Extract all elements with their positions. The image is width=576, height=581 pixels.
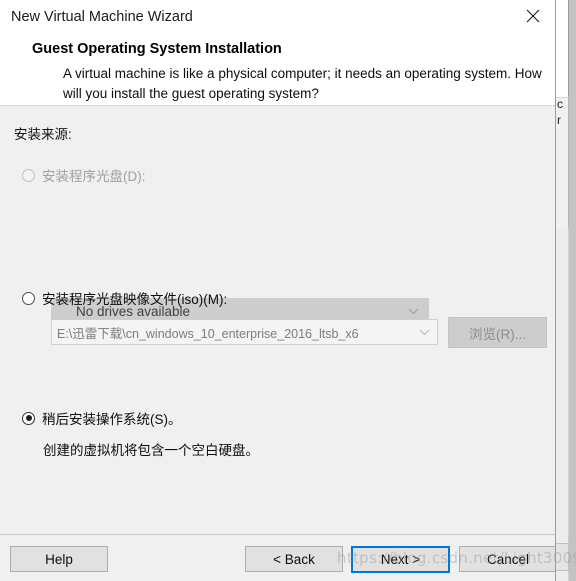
dialog-footer: Help < Back Next > Cancel — [0, 534, 555, 581]
background-window-titlebar — [556, 0, 569, 97]
background-window-sliver: c r — [556, 0, 576, 581]
radio-indicator-installer-disc-image — [22, 291, 35, 305]
dialog-header: New Virtual Machine Wizard Guest Operati… — [0, 0, 555, 106]
page-description: A virtual machine is like a physical com… — [63, 66, 542, 101]
background-window-lower-edge — [568, 228, 569, 581]
close-button[interactable] — [511, 0, 555, 32]
iso-path-value: E:\迅雷下载\cn_windows_10_enterprise_2016_lt… — [57, 326, 359, 341]
dialog-body: 安装来源: 安装程序光盘(D): No drives available 安装程… — [0, 107, 555, 534]
titlebar: New Virtual Machine Wizard — [0, 0, 555, 34]
cancel-button[interactable]: Cancel — [459, 546, 555, 572]
help-button[interactable]: Help — [10, 546, 108, 572]
window-title: New Virtual Machine Wizard — [11, 9, 193, 25]
install-os-later-hint: 创建的虚拟机将包含一个空白硬盘。 — [43, 443, 259, 458]
background-text-fragment-2: r — [557, 113, 561, 127]
radio-label-install-os-later: 稍后安装操作系统(S)。 — [42, 412, 182, 427]
page-title: Guest Operating System Installation — [32, 41, 282, 57]
iso-path-dropdown[interactable]: E:\迅雷下载\cn_windows_10_enterprise_2016_lt… — [51, 319, 438, 345]
radio-label-installer-disc: 安装程序光盘(D): — [42, 169, 146, 184]
new-virtual-machine-wizard-dialog: New Virtual Machine Wizard Guest Operati… — [0, 0, 556, 581]
next-button[interactable]: Next > — [351, 546, 450, 573]
chevron-down-icon — [408, 308, 419, 315]
browse-button[interactable]: 浏览(R)... — [448, 317, 547, 348]
install-source-label: 安装来源: — [14, 127, 72, 142]
background-text-fragment-1: c — [557, 97, 563, 111]
radio-indicator-install-os-later — [22, 411, 35, 425]
radio-label-installer-disc-image: 安装程序光盘映像文件(iso)(M): — [42, 292, 228, 307]
radio-indicator-installer-disc — [22, 168, 35, 182]
background-button-sliver — [556, 543, 569, 571]
radio-option-installer-disc[interactable]: 安装程序光盘(D): — [22, 165, 146, 185]
radio-option-installer-disc-image[interactable]: 安装程序光盘映像文件(iso)(M): — [22, 288, 227, 308]
chevron-down-icon — [419, 329, 430, 336]
close-icon — [526, 9, 540, 23]
back-button[interactable]: < Back — [245, 546, 343, 572]
radio-option-install-os-later[interactable]: 稍后安装操作系统(S)。 — [22, 408, 182, 428]
